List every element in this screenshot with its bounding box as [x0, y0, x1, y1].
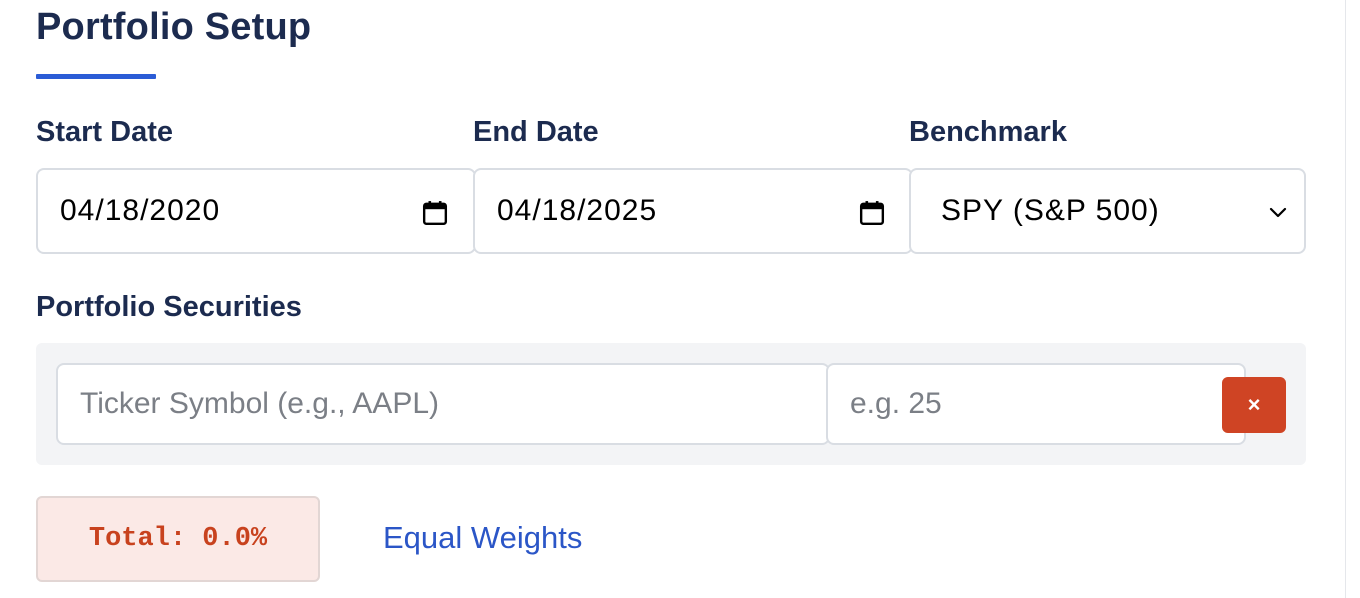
- ticker-symbol-input[interactable]: Ticker Symbol (e.g., AAPL): [56, 363, 830, 445]
- title-underline: [36, 74, 156, 79]
- ticker-placeholder: Ticker Symbol (e.g., AAPL): [80, 387, 440, 420]
- portfolio-securities-label: Portfolio Securities: [36, 291, 302, 323]
- remove-security-button[interactable]: ×: [1222, 377, 1286, 433]
- calendar-icon[interactable]: [422, 200, 448, 226]
- end-date-value: 04/18/2025: [497, 194, 658, 227]
- benchmark-select[interactable]: SPY (S&P 500): [909, 168, 1306, 254]
- start-date-input[interactable]: 04/18/2020: [36, 168, 476, 254]
- weight-placeholder: e.g. 25: [850, 387, 942, 420]
- benchmark-label: Benchmark: [909, 116, 1067, 148]
- chevron-down-icon: [1269, 207, 1287, 218]
- total-weight-badge: Total: 0.0%: [36, 496, 320, 582]
- calendar-icon[interactable]: [859, 200, 885, 226]
- benchmark-selected-value: SPY (S&P 500): [941, 194, 1160, 227]
- start-date-label: Start Date: [36, 116, 173, 148]
- start-date-value: 04/18/2020: [60, 194, 221, 227]
- weight-input[interactable]: e.g. 25: [826, 363, 1246, 445]
- panel-edge-divider: [1345, 0, 1346, 598]
- end-date-input[interactable]: 04/18/2025: [473, 168, 913, 254]
- close-icon: ×: [1247, 392, 1261, 417]
- page-title: Portfolio Setup: [36, 6, 312, 48]
- end-date-label: End Date: [473, 116, 599, 148]
- equal-weights-button[interactable]: Equal Weights: [383, 520, 582, 556]
- total-weight-text: Total: 0.0%: [88, 524, 268, 554]
